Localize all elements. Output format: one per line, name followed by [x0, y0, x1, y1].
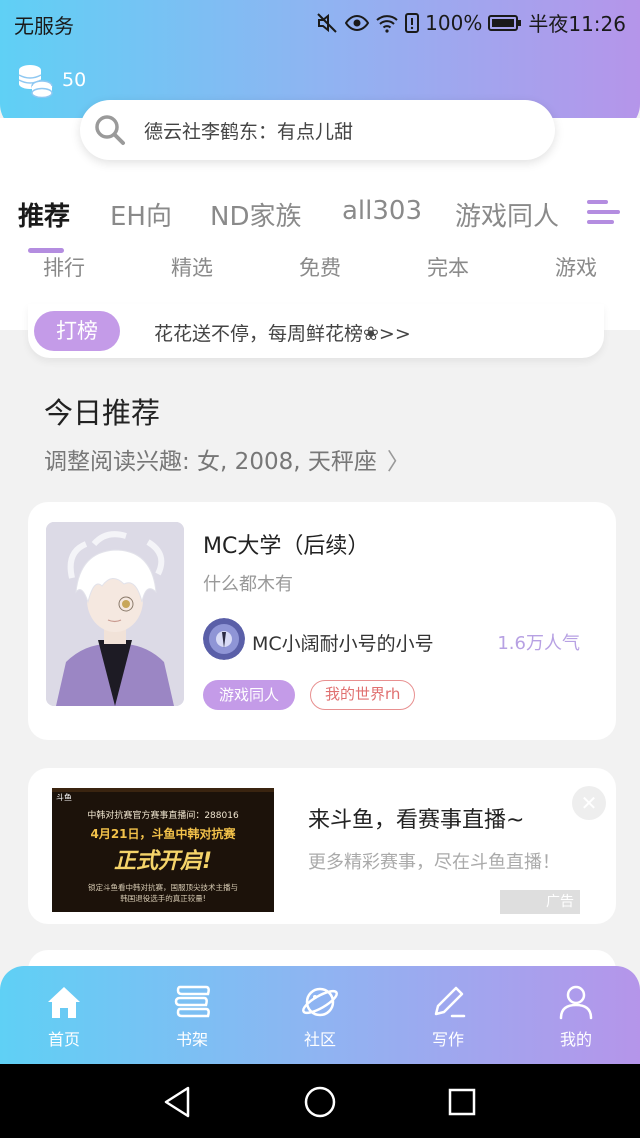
chevron-right-icon: 〉	[386, 449, 410, 475]
ad-small-line-1: 锁定斗鱼看中韩对抗赛，国服顶尖技术主播与	[88, 882, 238, 892]
search-placeholder: 德云社李鹤东：有点儿甜	[144, 120, 354, 143]
subcat-complete[interactable]: 完本	[398, 252, 498, 282]
menu-icon	[587, 200, 620, 224]
nav-label: 首页	[47, 1030, 80, 1049]
status-bar: 无服务 100% 半夜11:26	[0, 0, 640, 44]
subcat-game[interactable]: 游戏	[526, 252, 626, 282]
tab-nd-family[interactable]: ND家族	[210, 196, 301, 233]
clock: 半夜11:26	[528, 12, 626, 36]
subcat-free[interactable]: 免费	[270, 252, 370, 282]
rank-text[interactable]: 花花送不停，每周鲜花榜❀>>	[154, 319, 411, 346]
back-icon[interactable]	[158, 1082, 198, 1122]
nav-label: 写作	[431, 1030, 464, 1049]
book-title[interactable]: MC大学（后续）	[203, 528, 369, 560]
popularity-count: 1.6万人气	[497, 633, 580, 654]
wifi-icon	[376, 14, 398, 33]
ad-description: 更多精彩赛事，尽在斗鱼直播！	[308, 852, 560, 873]
author-avatar-image	[203, 618, 245, 660]
coin-balance[interactable]: 50	[16, 62, 86, 98]
avatar[interactable]	[203, 618, 245, 660]
book-cover[interactable]	[46, 522, 184, 706]
ad-badge: 广告	[500, 890, 580, 914]
battery-icon	[488, 14, 522, 31]
rank-badge[interactable]: 打榜	[34, 311, 120, 351]
tab-recommend[interactable]: 推荐	[18, 196, 70, 233]
eye-icon	[345, 14, 370, 31]
author-name[interactable]: MC小阔耐小号的小号	[252, 629, 434, 656]
reading-interest-link[interactable]: 调整阅读兴趣: 女, 2008, 天秤座〉	[44, 442, 410, 476]
bookshelf-icon	[174, 985, 210, 1018]
carrier-text: 无服务	[14, 14, 74, 38]
book-card[interactable]: MC大学（后续） 什么都木有 MC小阔耐小号的小号 1.6万人气 游戏同人 我的…	[28, 502, 616, 740]
reading-interest-text: 调整阅读兴趣: 女, 2008, 天秤座	[44, 449, 377, 475]
user-icon	[559, 985, 593, 1020]
coin-count: 50	[62, 69, 87, 91]
battery-percent: 100%	[425, 10, 483, 35]
close-icon[interactable]: ✕	[572, 786, 606, 820]
book-description: 什么都木有	[203, 574, 293, 595]
ad-image[interactable]: 斗鱼 中韩对抗赛官方赛事直播间：288016 4月21日，斗鱼中韩对抗赛 正式开…	[52, 788, 274, 912]
bottom-nav: 首页 书架 社区 写作 我的	[0, 966, 640, 1064]
alert-icon	[405, 12, 420, 33]
ad-logo-text: 斗鱼	[56, 792, 72, 802]
nav-home[interactable]: 首页	[14, 982, 114, 1050]
nav-bookshelf[interactable]: 书架	[142, 982, 242, 1050]
subcat-featured[interactable]: 精选	[142, 252, 242, 282]
tag-game-fanfic[interactable]: 游戏同人	[203, 680, 296, 710]
tab-all303[interactable]: all303	[342, 196, 422, 226]
nav-label: 我的	[559, 1030, 592, 1049]
home-button-icon[interactable]	[300, 1082, 340, 1122]
system-nav-bar	[0, 1064, 640, 1138]
ad-title[interactable]: 来斗鱼，看赛事直播~	[308, 802, 524, 834]
tab-game-fanfic[interactable]: 游戏同人	[455, 196, 559, 233]
nav-me[interactable]: 我的	[526, 982, 626, 1050]
nav-label: 社区	[303, 1030, 336, 1049]
nav-write[interactable]: 写作	[398, 982, 498, 1050]
nav-community[interactable]: 社区	[270, 982, 370, 1050]
subcat-ranking[interactable]: 排行	[14, 252, 114, 282]
planet-icon	[302, 987, 338, 1017]
recents-icon[interactable]	[442, 1082, 482, 1122]
mute-icon	[317, 12, 337, 33]
ad-big-text: 正式开启!	[114, 849, 212, 874]
category-tabs: 推荐 EH向 ND家族 all303 游戏同人	[0, 192, 640, 242]
tab-eh[interactable]: EH向	[110, 196, 172, 233]
section-title: 今日推荐	[44, 396, 161, 430]
cover-illustration	[46, 522, 184, 706]
ad-banner-art: 斗鱼 中韩对抗赛官方赛事直播间：288016 4月21日，斗鱼中韩对抗赛 正式开…	[52, 788, 274, 912]
tag-minecraft[interactable]: 我的世界rh	[310, 680, 416, 710]
ranking-banner[interactable]: 打榜 花花送不停，每周鲜花榜❀>>	[28, 304, 604, 358]
tab-menu-button[interactable]	[584, 192, 640, 238]
ad-card[interactable]: 斗鱼 中韩对抗赛官方赛事直播间：288016 4月21日，斗鱼中韩对抗赛 正式开…	[28, 768, 616, 924]
ad-room-line: 中韩对抗赛官方赛事直播间：288016	[87, 809, 239, 821]
home-icon	[48, 987, 80, 1018]
search-bar[interactable]: 德云社李鹤东：有点儿甜	[80, 100, 555, 160]
pen-icon	[434, 986, 466, 1018]
coins-icon	[18, 65, 53, 98]
subcategory-row: 排行 精选 免费 完本 游戏	[0, 252, 640, 282]
ad-headline: 4月21日，斗鱼中韩对抗赛	[90, 826, 236, 841]
ad-small-line-2: 韩国退役选手的真正较量!	[120, 893, 206, 903]
search-icon	[95, 115, 125, 145]
nav-label: 书架	[175, 1030, 208, 1049]
